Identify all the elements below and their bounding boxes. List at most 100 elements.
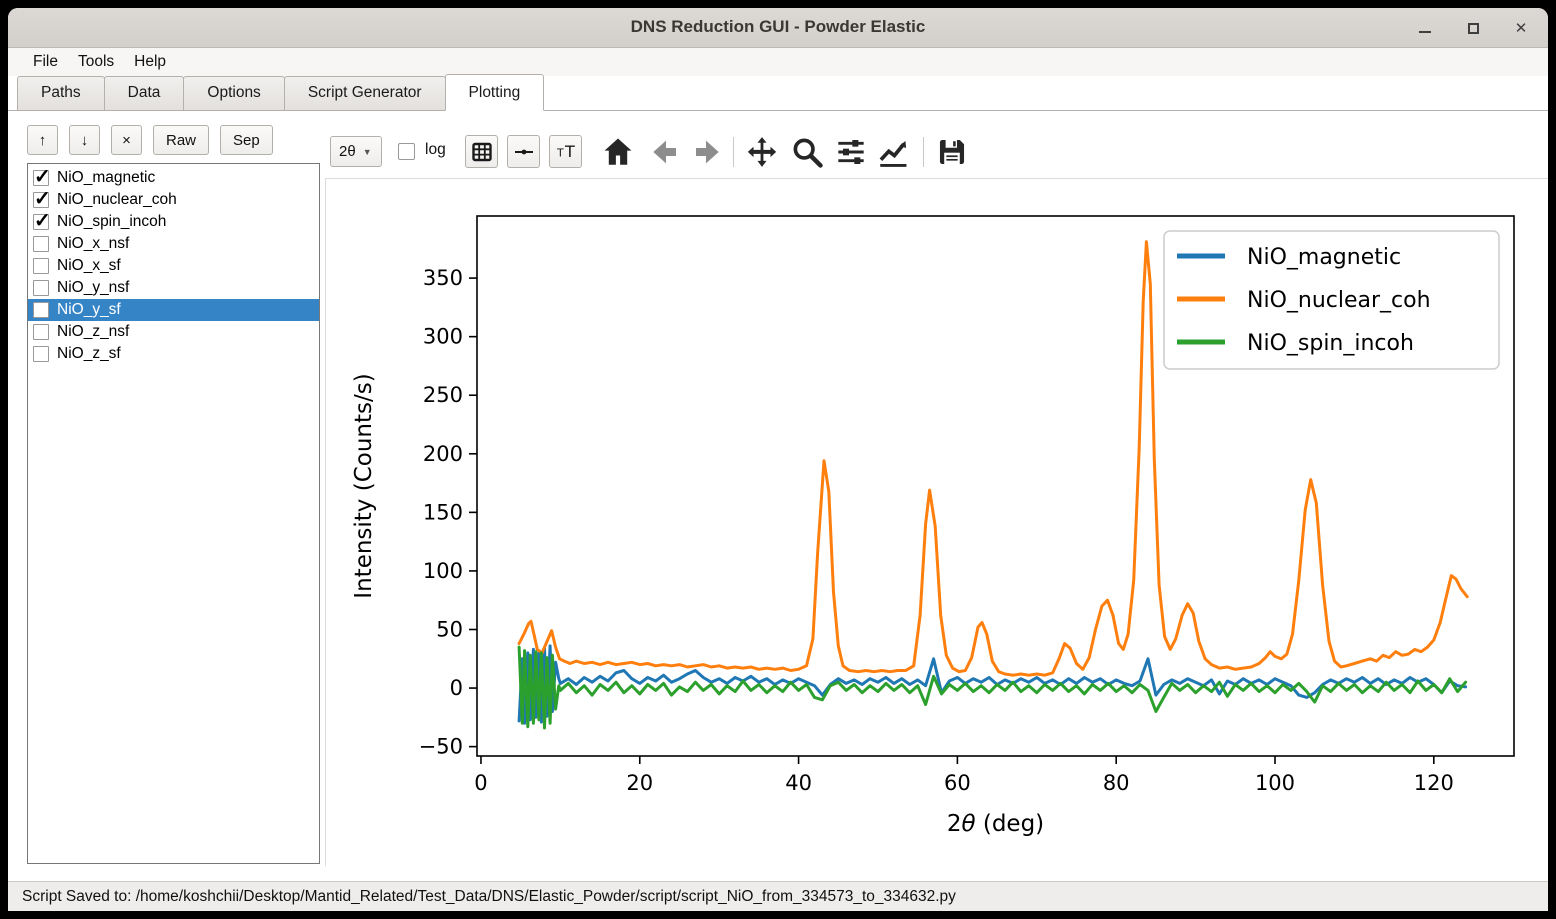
chart: 020406080100120−500501001502002503003502… xyxy=(326,179,1548,867)
close-button[interactable]: ✕ xyxy=(1508,15,1534,41)
list-item-nio_magnetic[interactable]: ✓ NiO_magnetic xyxy=(28,167,319,189)
log-label: log xyxy=(425,141,446,159)
grid-icon xyxy=(470,140,494,164)
chevron-down-icon: ▼ xyxy=(363,147,372,157)
list-item-nio_x_nsf[interactable]: NiO_x_nsf xyxy=(28,233,319,255)
home-button[interactable] xyxy=(601,135,635,169)
svg-text:T: T xyxy=(556,146,564,159)
x-axis-label: 2θ (deg) xyxy=(947,811,1044,837)
checkbox-nio_z_sf[interactable] xyxy=(33,346,49,362)
back-icon xyxy=(648,136,680,168)
tab-paths[interactable]: Paths xyxy=(17,76,105,110)
x-tick-label: 120 xyxy=(1414,771,1454,795)
log-checkbox[interactable] xyxy=(398,143,415,160)
list-item-label: NiO_z_nsf xyxy=(57,323,129,341)
pan-button[interactable] xyxy=(745,135,779,169)
save-button[interactable] xyxy=(935,135,969,169)
fontsize-icon: T T xyxy=(554,140,578,164)
tab-plotting[interactable]: Plotting xyxy=(445,74,545,111)
y-tick-label: 200 xyxy=(423,442,463,466)
axis-selector-value: 2θ xyxy=(339,143,356,160)
plot-panel: 2θ ▼ log xyxy=(325,111,1548,881)
fontsize-toggle-button[interactable]: T T xyxy=(549,135,582,168)
list-item-nio_y_sf[interactable]: NiO_y_sf xyxy=(28,299,319,321)
y-axis-label: Intensity (Counts/s) xyxy=(351,373,377,598)
move-down-button[interactable]: ↓ xyxy=(69,125,100,155)
x-tick-label: 40 xyxy=(785,771,812,795)
list-item-label: NiO_y_nsf xyxy=(57,279,129,297)
deselect-button[interactable]: × xyxy=(111,125,142,155)
dataset-panel: ↑↓×RawSep ✓NiO_magnetic✓NiO_nuclear_coh✓… xyxy=(8,111,325,881)
y-tick-label: 150 xyxy=(423,500,463,524)
chart-area: 020406080100120−500501001502002503003502… xyxy=(325,178,1548,866)
sep-button[interactable]: Sep xyxy=(220,125,273,155)
x-tick-label: 80 xyxy=(1103,771,1130,795)
legend-label: NiO_spin_incoh xyxy=(1247,331,1414,356)
menu-file[interactable]: File xyxy=(23,50,68,74)
plot-toolbar: 2θ ▼ log xyxy=(325,135,1548,171)
forward-button[interactable] xyxy=(691,135,725,169)
y-tick-label: 250 xyxy=(423,383,463,407)
zoom-button[interactable] xyxy=(790,135,824,169)
checkbox-nio_y_sf[interactable] xyxy=(33,302,49,318)
y-tick-label: 350 xyxy=(423,266,463,290)
check-icon: ✓ xyxy=(34,208,51,233)
x-tick-label: 0 xyxy=(474,771,487,795)
y-tick-label: 100 xyxy=(423,559,463,583)
minimize-button[interactable] xyxy=(1412,15,1438,41)
axis-selector-dropdown[interactable]: 2θ ▼ xyxy=(330,136,382,167)
tab-script-generator[interactable]: Script Generator xyxy=(284,76,446,110)
list-item-label: NiO_x_sf xyxy=(57,257,121,275)
menubar: FileToolsHelp xyxy=(8,48,1548,76)
subplots-icon xyxy=(835,136,867,168)
menu-tools[interactable]: Tools xyxy=(68,50,124,74)
list-item-label: NiO_y_sf xyxy=(57,301,121,319)
titlebar: DNS Reduction GUI - Powder Elastic ✕ xyxy=(8,8,1548,48)
x-tick-label: 60 xyxy=(944,771,971,795)
svg-text:T: T xyxy=(564,142,575,161)
errorbar-icon xyxy=(512,140,536,164)
checkbox-nio_y_nsf[interactable] xyxy=(33,280,49,296)
list-item-nio_nuclear_coh[interactable]: ✓NiO_nuclear_coh xyxy=(28,189,319,211)
move-up-button[interactable]: ↑ xyxy=(27,125,58,155)
toolbar-separator xyxy=(733,137,734,167)
checkbox-nio_nuclear_coh[interactable]: ✓ xyxy=(33,192,49,208)
list-item-nio_spin_incoh[interactable]: ✓ NiO_spin_incoh xyxy=(28,211,319,233)
checkbox-nio_x_nsf[interactable] xyxy=(33,236,49,252)
list-item-nio_z_nsf[interactable]: NiO_z_nsf xyxy=(28,321,319,343)
x-tick-label: 100 xyxy=(1255,771,1295,795)
dataset-list[interactable]: ✓NiO_magnetic✓NiO_nuclear_coh✓NiO_spin_i… xyxy=(27,163,320,864)
subplots-button[interactable] xyxy=(834,135,868,169)
list-item-label: NiO_magnetic xyxy=(57,169,155,187)
customize-icon xyxy=(876,134,910,170)
list-item-nio_z_sf[interactable]: NiO_z_sf xyxy=(28,343,319,365)
list-item-label: NiO_spin_incoh xyxy=(57,213,166,231)
legend-label: NiO_magnetic xyxy=(1247,245,1401,270)
legend-label: NiO_nuclear_coh xyxy=(1247,288,1431,313)
window-title: DNS Reduction GUI - Powder Elastic xyxy=(8,17,1548,37)
status-text: Script Saved to: /home/koshchii/Desktop/… xyxy=(8,888,956,906)
zoom-icon xyxy=(790,135,824,169)
errorbar-toggle-button[interactable] xyxy=(507,135,540,168)
checkbox-nio_magnetic[interactable]: ✓ xyxy=(33,170,49,186)
raw-button[interactable]: Raw xyxy=(153,125,209,155)
toolbar-separator xyxy=(923,137,924,167)
x-tick-label: 20 xyxy=(626,771,653,795)
maximize-button[interactable] xyxy=(1460,15,1486,41)
grid-toggle-button[interactable] xyxy=(465,135,498,168)
pan-icon xyxy=(745,134,779,170)
menu-help[interactable]: Help xyxy=(124,50,176,74)
tab-data[interactable]: Data xyxy=(104,76,185,110)
checkbox-nio_spin_incoh[interactable]: ✓ xyxy=(33,214,49,230)
customize-button[interactable] xyxy=(876,135,910,169)
statusbar: Script Saved to: /home/koshchii/Desktop/… xyxy=(8,881,1548,911)
forward-icon xyxy=(692,136,724,168)
checkbox-nio_x_sf[interactable] xyxy=(33,258,49,274)
list-item-label: NiO_z_sf xyxy=(57,345,121,363)
app-window: DNS Reduction GUI - Powder Elastic ✕ Fil… xyxy=(8,8,1548,911)
checkbox-nio_z_nsf[interactable] xyxy=(33,324,49,340)
list-item-nio_x_sf[interactable]: NiO_x_sf xyxy=(28,255,319,277)
list-item-nio_y_nsf[interactable]: NiO_y_nsf xyxy=(28,277,319,299)
back-button[interactable] xyxy=(647,135,681,169)
tab-options[interactable]: Options xyxy=(183,76,284,110)
